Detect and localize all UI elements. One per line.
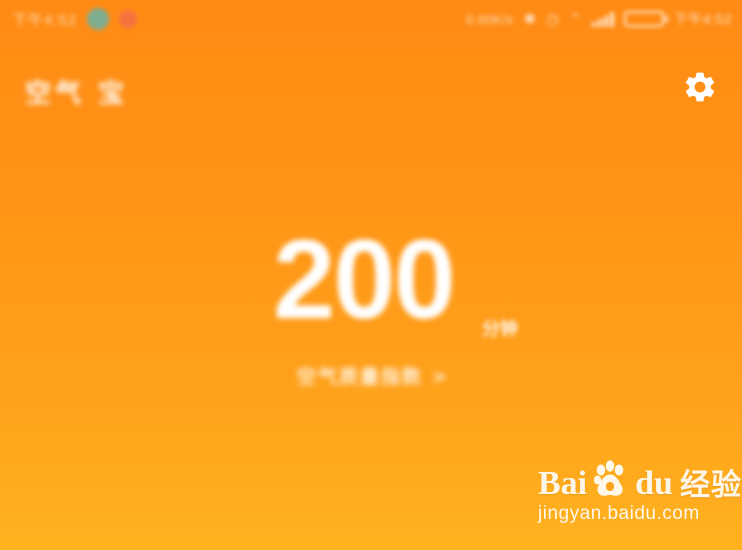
battery-icon — [623, 11, 668, 27]
watermark-brand-right: du — [635, 465, 673, 502]
signal-bar — [609, 12, 614, 27]
signal-icon — [591, 11, 614, 27]
gear-icon — [685, 72, 715, 102]
bluetooth-icon: ✱ — [523, 10, 537, 28]
watermark-brand: Bai du 经验 — [538, 453, 742, 501]
page-title: 空气 宝 — [25, 79, 129, 109]
status-bar-right: 0.00K/s ✱ ◷ ⌃ 下午4:52 — [466, 7, 732, 31]
status-bar: 下午4:52 0.00K/s ✱ ◷ ⌃ 下午4:52 — [0, 0, 742, 38]
watermark-brand-left: Bai — [538, 465, 588, 502]
reading-panel: 200 分钟 空气质量指数 > — [0, 212, 742, 389]
reading-subtitle-link[interactable]: 空气质量指数 > — [297, 362, 450, 389]
app-screen: 下午4:52 0.00K/s ✱ ◷ ⌃ 下午4:52 空气 宝 200 分钟 … — [0, 0, 742, 550]
notification-teal-icon — [87, 8, 110, 30]
watermark-url: jingyan.baidu.com — [538, 503, 700, 524]
wifi-icon: ⌃ — [569, 10, 582, 28]
network-speed: 0.00K/s — [465, 11, 514, 27]
reading-unit: 分钟 — [482, 319, 518, 340]
notification-red-icon — [119, 10, 138, 28]
paw-icon — [594, 460, 624, 496]
reading-value: 200 — [273, 217, 456, 342]
baidu-jingyan-watermark: Bai du 经验 jingyan.baidu.com — [538, 453, 741, 533]
status-time: 下午4:52 — [12, 11, 78, 29]
watermark-product: 经验 — [679, 469, 742, 502]
signal-bar — [591, 22, 596, 27]
alarm-icon: ◷ — [546, 10, 560, 28]
settings-button[interactable] — [680, 67, 720, 107]
signal-bar — [603, 16, 608, 27]
status-bar-left: 下午4:52 — [12, 7, 138, 31]
status-clock: 下午4:52 — [673, 11, 732, 27]
signal-bar — [597, 19, 602, 27]
